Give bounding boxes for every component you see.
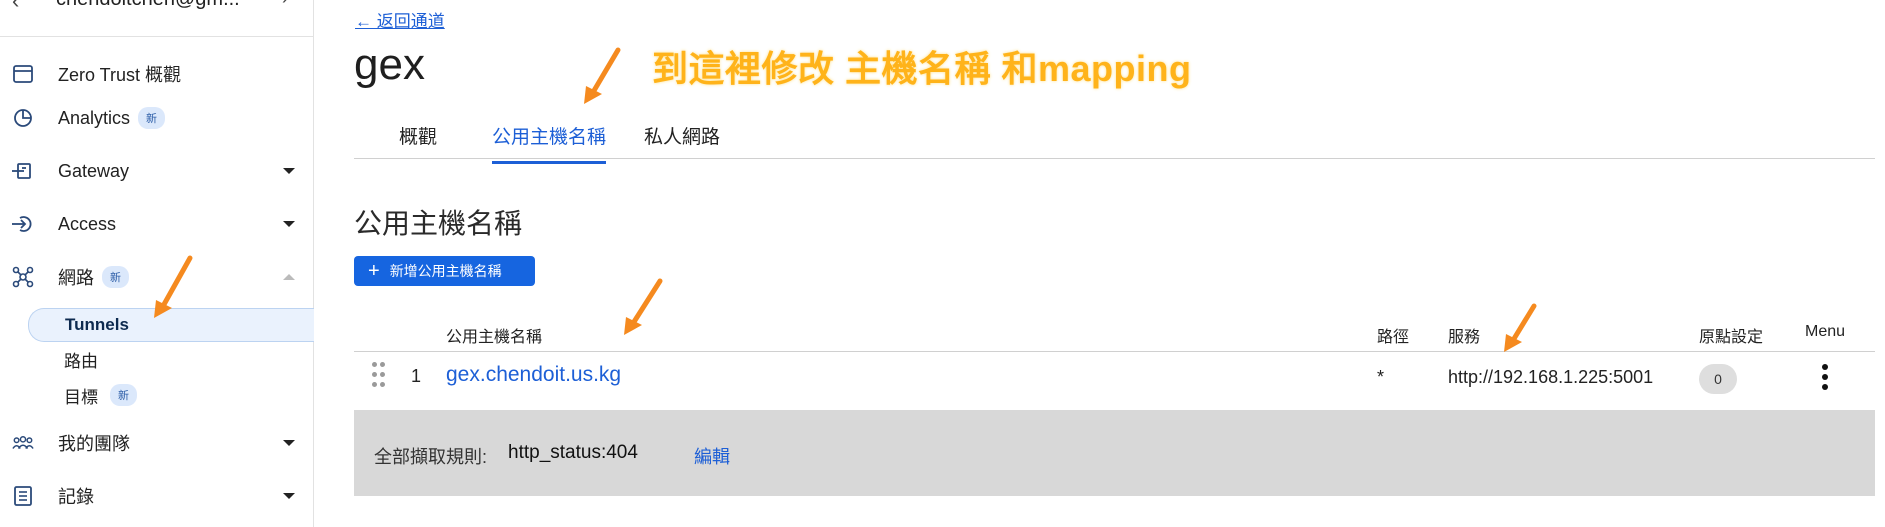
column-header-path[interactable]: 路徑 — [1377, 323, 1409, 347]
annotation-arrow-icon — [1504, 303, 1537, 352]
chevron-down-icon[interactable] — [283, 493, 295, 499]
new-badge: 新 — [138, 107, 166, 129]
sidebar-item-label-wrap: 網路 新 — [58, 264, 129, 290]
tab-public-hostnames[interactable]: 公用主機名稱 — [492, 122, 607, 164]
sidebar-item-analytics[interactable]: Analytics 新 — [0, 98, 313, 138]
column-header-menu: Menu — [1805, 323, 1846, 340]
access-icon — [12, 213, 34, 235]
chevron-right-icon[interactable]: › — [282, 0, 288, 9]
annotation-text: 到這裡修改 主機名稱 和mapping — [652, 48, 1192, 89]
plus-icon: + — [368, 260, 380, 282]
sidebar-subitem-label: 目標 — [64, 387, 98, 407]
catch-all-value: http_status:404 — [508, 442, 638, 463]
sidebar-item-label-wrap: Analytics 新 — [58, 107, 166, 129]
hostname-link[interactable]: gex.chendoit.us.kg — [446, 363, 621, 387]
sidebar-item-overview[interactable]: Zero Trust 概觀 — [0, 54, 313, 94]
account-email: chendoitchen@gm... — [56, 0, 240, 11]
sidebar-item-gateway[interactable]: Gateway — [0, 151, 313, 191]
sidebar-item-access[interactable]: Access — [0, 204, 313, 244]
sidebar-item-label: Access — [58, 213, 117, 234]
tab-private-network[interactable]: 私人網路 — [644, 122, 720, 161]
sidebar-item-logs[interactable]: 記錄 — [0, 476, 313, 516]
catch-all-rule-panel: 全部擷取規則: http_status:404 編輯 — [354, 410, 1875, 496]
browser-window-icon — [12, 63, 34, 85]
sidebar-subitem-targets[interactable]: 目標 新 — [28, 379, 313, 411]
page-title: gex — [354, 40, 425, 89]
sidebar-subitem-routes[interactable]: 路由 — [28, 343, 313, 375]
sidebar-item-label: 我的團隊 — [58, 434, 130, 454]
column-header-origin[interactable]: 原點設定 — [1699, 323, 1763, 347]
catch-all-label: 全部擷取規則: — [374, 447, 488, 467]
back-chevron-icon[interactable]: ‹ — [12, 0, 19, 14]
sidebar-item-label: 記錄 — [58, 487, 94, 507]
drag-handle-icon[interactable] — [372, 362, 386, 392]
chevron-down-icon[interactable] — [283, 168, 295, 174]
sidebar-item-label: 網路 — [58, 268, 94, 288]
column-header-service[interactable]: 服務 — [1448, 323, 1480, 347]
more-options-icon[interactable] — [1822, 364, 1828, 390]
new-badge: 新 — [110, 384, 137, 406]
new-badge: 新 — [102, 266, 129, 288]
account-switcher[interactable]: ‹ chendoitchen@gm... › — [0, 0, 313, 37]
chevron-down-icon[interactable] — [283, 221, 295, 227]
path-value: * — [1377, 367, 1385, 387]
add-public-hostname-button[interactable]: + 新增公用主機名稱 — [354, 256, 535, 286]
add-button-label: 新增公用主機名稱 — [389, 263, 502, 279]
column-header-hostname[interactable]: 公用主機名稱 — [446, 323, 542, 347]
annotation-arrow-icon — [154, 255, 193, 318]
sidebar-subitem-label: Tunnels — [65, 315, 129, 334]
sidebar-item-my-team[interactable]: 我的團隊 — [0, 423, 313, 463]
pie-chart-icon — [12, 107, 34, 129]
sidebar-item-label: Gateway — [58, 160, 130, 181]
chevron-up-icon[interactable] — [283, 274, 295, 280]
back-to-tunnels-link[interactable]: ← 返回通道 — [355, 7, 445, 32]
team-icon — [12, 432, 34, 454]
logs-icon — [12, 485, 34, 507]
sidebar-item-label: Analytics — [58, 107, 131, 128]
tab-overview[interactable]: 概觀 — [399, 122, 437, 161]
row-index: 1 — [411, 366, 422, 386]
section-title: 公用主機名稱 — [354, 208, 523, 239]
edit-catch-all-link[interactable]: 編輯 — [694, 443, 730, 469]
chevron-down-icon[interactable] — [283, 440, 295, 446]
sidebar-item-label: Zero Trust 概觀 — [58, 65, 182, 85]
annotation-arrow-icon — [624, 278, 663, 335]
tab-bar: 概觀 公用主機名稱 私人網路 — [354, 116, 1875, 164]
origin-settings-count-badge[interactable]: 0 — [1699, 364, 1737, 394]
gateway-icon — [12, 160, 34, 182]
network-icon — [12, 266, 34, 288]
divider — [354, 351, 1875, 352]
sidebar-subitem-label: 路由 — [64, 351, 98, 371]
service-value: http://192.168.1.225:5001 — [1448, 367, 1654, 387]
annotation-arrow-icon — [584, 47, 621, 104]
